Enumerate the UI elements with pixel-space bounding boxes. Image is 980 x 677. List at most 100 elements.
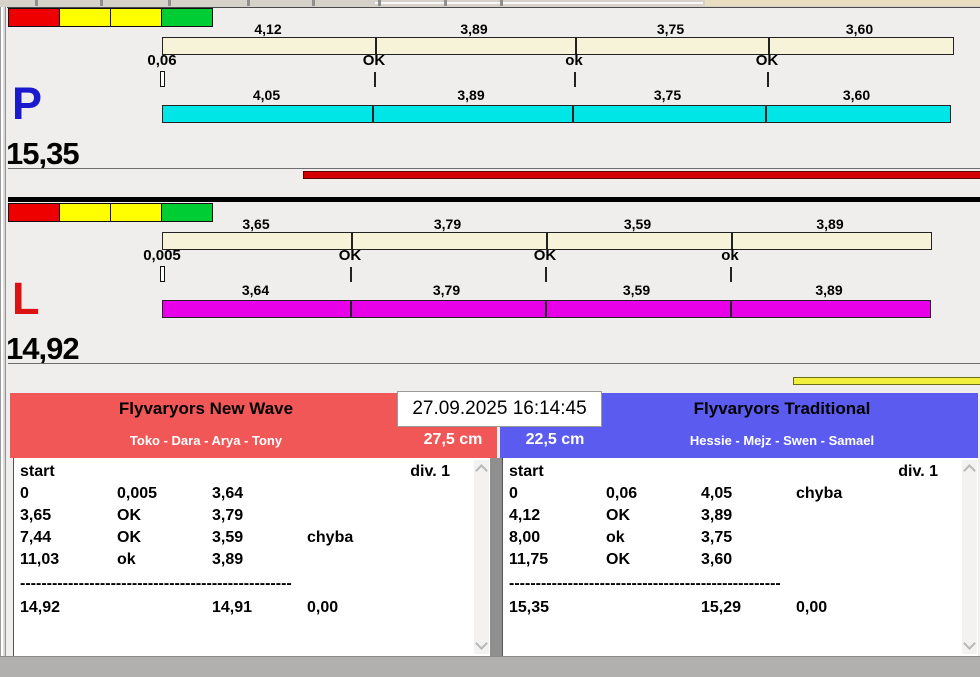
table-cell: 0 [509,485,518,502]
status-square [8,8,60,27]
bar-segment [163,233,351,249]
table-totals-row: 14,92 14,91 0,00 [14,597,490,619]
table-cell: 15,29 [701,599,742,616]
segment-label: 3,60 [845,21,874,37]
window-edge-tick [100,0,103,6]
table-row: 8,00 ok 3,75 [503,527,978,549]
table-separator: ----------------------------------------… [20,575,292,592]
table-header-row: start div. 1 [14,461,490,483]
status-square [59,8,111,27]
boundary-tick [730,267,732,282]
start-tick [160,266,165,282]
table-cell: OK [117,529,141,546]
table-cell: 14,91 [212,599,253,616]
table-cell: 14,92 [20,599,61,616]
distance-badge: 22,5 cm [525,431,585,448]
team-name: Flyvaryors Traditional [693,399,871,418]
exchange-mark: OK [362,52,386,69]
boundary-tick [350,267,352,282]
team-name: Flyvaryors New Wave [118,399,294,418]
table-gap-band [490,458,502,656]
scroll-down-icon[interactable] [475,637,488,650]
progress-bar-red [303,171,980,179]
segment-label: 3,59 [622,282,651,298]
table-cell [117,597,212,619]
table-cell: chyba [307,529,354,546]
table-cell: 11,75 [509,551,549,568]
table-header-start: start [20,463,55,480]
table-cell: 3,89 [212,551,244,568]
team-members: Hessie - Mejz - Swen - Samael [689,433,875,448]
results-list-right[interactable]: start div. 1 0 0,06 4,05 chyba 4,12 OK 3,89 8,00 o… [502,458,978,656]
bar-segment [350,301,545,317]
table-cell: 7,44 [20,529,52,546]
status-square [110,8,162,27]
table-header-start: start [509,463,544,480]
window-edge-highlight [375,2,703,4]
table-cell [796,505,978,527]
bar-segment [768,38,953,54]
table-cell: chyba [796,485,843,502]
window-edge-tick [247,0,250,6]
window-edge-tick [168,0,171,6]
segment-label: 3,64 [241,282,270,298]
table-row: 7,44 OK 3,59 chyba [14,527,490,549]
table-cell: 0,00 [307,599,339,616]
panel-divider-line [8,363,980,364]
table-cell: 3,65 [20,507,52,524]
bar-segment [351,233,546,249]
scroll-up-icon[interactable] [963,464,976,477]
table-cell [307,483,490,505]
table-cell: 3,89 [701,507,733,524]
exchange-mark: OK [755,52,779,69]
table-cell: 3,59 [212,529,244,546]
table-cell: OK [606,507,630,524]
scroll-down-icon[interactable] [963,637,976,650]
bar-segment [163,106,372,122]
exchange-mark: ok [721,247,739,264]
segment-label: 3,79 [432,282,461,298]
bar-segment [546,233,731,249]
bar-segment [545,301,730,317]
table-row: 3,65 OK 3,79 [14,505,490,527]
segment-label: 3,59 [623,216,652,232]
results-section: Flyvaryors New Wave Toko - Dara - Arya -… [0,391,980,677]
window-edge-tick [500,0,503,6]
table-cell: OK [606,551,630,568]
window-edge-tick [35,0,38,6]
segment-label: 3,79 [433,216,462,232]
table-cell: 0,06 [606,485,638,502]
table-row: 0 0,06 4,05 chyba [503,483,978,505]
window-edge-tick [378,0,381,6]
table-cell [307,549,490,571]
table-cell: ok [117,551,136,568]
segment-label: 3,60 [842,87,871,103]
bar-segment [375,38,575,54]
exchange-mark: OK [533,247,557,264]
scrollbar[interactable] [474,460,489,654]
lane-letter: P [12,78,43,129]
distance-badge: 27,5 cm [423,431,483,448]
exchange-mark: ok [565,52,583,69]
segment-label: 3,65 [242,216,270,232]
scroll-up-icon[interactable] [475,464,488,477]
table-row: 0 0,005 3,64 [14,483,490,505]
results-list-left[interactable]: start div. 1 0 0,005 3,64 3,65 OK 3,79 7,44 OK 3,5… [13,458,490,656]
boundary-tick [545,267,547,282]
table-cell [606,597,701,619]
table-cell: 3,79 [212,507,244,524]
table-cell: 3,64 [212,485,244,502]
table-header-division: div. 1 [410,463,450,480]
window-edge-tick [312,0,315,6]
boundary-tick [374,72,376,87]
status-square [8,203,60,222]
segment-label: 4,12 [254,21,282,37]
split-bar-lower [162,105,951,123]
boundary-tick [767,72,769,87]
scrollbar[interactable] [962,460,977,654]
window-edge-tick [444,0,447,6]
table-cell: 8,00 [509,529,541,546]
bar-segment [163,38,375,54]
bar-segment [730,301,930,317]
table-cell: 0,00 [796,599,828,616]
